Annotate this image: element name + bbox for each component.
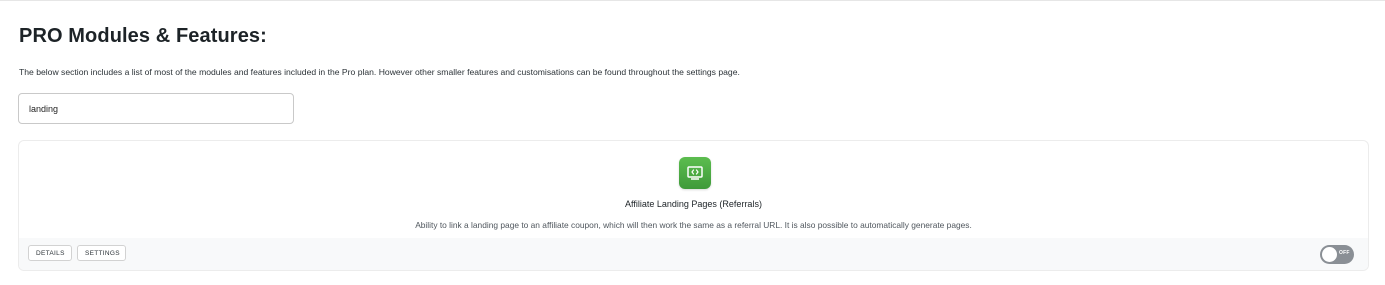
details-button[interactable]: DETAILS: [28, 245, 72, 261]
module-card: Affiliate Landing Pages (Referrals) Abil…: [18, 140, 1369, 271]
settings-button[interactable]: SETTINGS: [77, 245, 126, 261]
toggle-knob: [1322, 247, 1337, 262]
search-input[interactable]: [18, 93, 294, 124]
module-card-footer: DETAILS SETTINGS OFF: [19, 238, 1368, 270]
code-window-icon: [679, 157, 711, 189]
page-title: PRO Modules & Features:: [19, 25, 267, 47]
module-description: Ability to link a landing page to an aff…: [415, 220, 972, 230]
intro-text: The below section includes a list of mos…: [19, 67, 740, 77]
module-toggle[interactable]: OFF: [1320, 245, 1354, 264]
toggle-state-label: OFF: [1339, 250, 1350, 256]
pro-modules-page: PRO Modules & Features: The below sectio…: [0, 0, 1385, 285]
module-title: Affiliate Landing Pages (Referrals): [625, 199, 762, 209]
